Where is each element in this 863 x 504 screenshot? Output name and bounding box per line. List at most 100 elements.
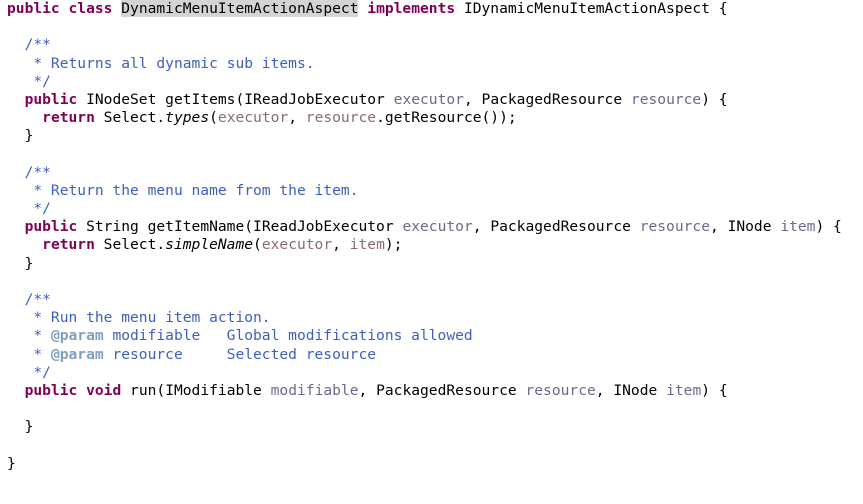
code-line[interactable]: * @param modifiable Global modifications… — [0, 327, 863, 345]
code-token: @param — [51, 327, 104, 344]
code-token — [7, 218, 25, 235]
code-token: ( — [253, 236, 262, 253]
code-token — [7, 418, 25, 435]
code-token — [385, 91, 394, 108]
code-line[interactable]: * @param resource Selected resource — [0, 346, 863, 364]
code-line[interactable]: */ — [0, 200, 863, 218]
code-token — [7, 109, 42, 126]
code-token: resource — [631, 91, 701, 108]
code-token: } — [7, 455, 16, 472]
code-token: } — [25, 255, 34, 272]
code-token — [262, 382, 271, 399]
code-token: ); — [385, 236, 403, 253]
code-token: DynamicMenuItemActionAspect — [121, 0, 358, 17]
code-line[interactable]: * Return the menu name from the item. — [0, 182, 863, 200]
code-token: INode — [728, 218, 772, 235]
code-token: IReadJobExecutor — [244, 91, 385, 108]
code-token: ) { — [701, 382, 727, 399]
code-token: } — [25, 418, 34, 435]
code-token: , — [596, 382, 614, 399]
code-line[interactable]: } — [0, 255, 863, 273]
code-token: Select. — [95, 109, 165, 126]
code-line[interactable]: } — [0, 418, 863, 436]
code-line[interactable]: } — [0, 127, 863, 145]
code-line[interactable]: /** — [0, 36, 863, 54]
code-line[interactable]: * Returns all dynamic sub items. — [0, 55, 863, 73]
code-token: , — [464, 91, 482, 108]
code-token: */ — [33, 200, 51, 217]
code-token — [7, 127, 25, 144]
code-line[interactable]: /** — [0, 164, 863, 182]
code-token: simpleName — [165, 236, 253, 253]
code-token: item — [666, 382, 701, 399]
code-line[interactable]: ​ — [0, 146, 863, 164]
code-token — [772, 218, 781, 235]
code-token — [7, 382, 25, 399]
code-token: ( — [209, 109, 218, 126]
code-line[interactable]: public void run(IModifiable modifiable, … — [0, 382, 863, 400]
code-token: PackagedResource — [490, 218, 631, 235]
code-line[interactable]: * Run the menu item action. — [0, 309, 863, 327]
code-token: IDynamicMenuItemActionAspect — [464, 0, 710, 17]
code-line[interactable]: public class DynamicMenuItemActionAspect… — [0, 0, 863, 18]
code-line[interactable]: return Select.simpleName(executor, item)… — [0, 236, 863, 254]
code-token: executor — [402, 218, 472, 235]
code-token — [7, 91, 25, 108]
code-editor-viewport[interactable]: public class DynamicMenuItemActionAspect… — [0, 0, 863, 504]
code-token — [7, 164, 25, 181]
code-token — [7, 255, 25, 272]
code-token: types — [165, 109, 209, 126]
code-token: } — [25, 127, 34, 144]
code-line[interactable]: ​ — [0, 273, 863, 291]
code-token: @param — [51, 346, 104, 363]
code-token — [77, 91, 86, 108]
code-token: resource — [640, 218, 710, 235]
code-token: getItemName( — [139, 218, 253, 235]
code-token — [7, 73, 33, 90]
code-line[interactable]: ​ — [0, 437, 863, 455]
code-token — [7, 327, 33, 344]
code-token: * — [33, 327, 51, 344]
code-token — [7, 346, 33, 363]
code-token: { — [710, 0, 728, 17]
code-token: modifiable Global modifications allowed — [104, 327, 473, 344]
code-token: IReadJobExecutor — [253, 218, 394, 235]
code-line[interactable]: } — [0, 455, 863, 473]
code-line[interactable]: public INodeSet getItems(IReadJobExecuto… — [0, 91, 863, 109]
code-token — [7, 200, 33, 217]
code-token — [657, 382, 666, 399]
code-line[interactable]: /** — [0, 291, 863, 309]
code-token: modifiable — [271, 382, 359, 399]
code-token: /** — [25, 291, 51, 308]
code-token: */ — [33, 364, 51, 381]
code-token: item — [350, 236, 385, 253]
code-token: PackagedResource — [376, 382, 517, 399]
code-token: getItems( — [156, 91, 244, 108]
code-token: * — [33, 346, 51, 363]
code-token: INode — [613, 382, 657, 399]
code-token: /** — [25, 164, 51, 181]
code-line[interactable]: */ — [0, 73, 863, 91]
code-token: Select. — [95, 236, 165, 253]
code-token: , — [288, 109, 306, 126]
code-token: INodeSet — [86, 91, 156, 108]
code-token — [7, 182, 33, 199]
code-line[interactable]: public String getItemName(IReadJobExecut… — [0, 218, 863, 236]
code-line[interactable]: ​ — [0, 400, 863, 418]
code-token: resource Selected resource — [104, 346, 376, 363]
code-token — [358, 0, 367, 17]
code-token: executor — [394, 91, 464, 108]
code-token — [112, 0, 121, 17]
code-token: PackagedResource — [482, 91, 623, 108]
code-token — [7, 309, 33, 326]
code-line[interactable]: */ — [0, 364, 863, 382]
code-line[interactable]: ​ — [0, 18, 863, 36]
code-token — [77, 382, 86, 399]
code-token: public — [25, 91, 78, 108]
code-token: resource — [525, 382, 595, 399]
code-token: ) { — [701, 91, 727, 108]
code-line[interactable]: return Select.types(executor, resource.g… — [0, 109, 863, 127]
code-token: public — [25, 218, 78, 235]
code-token: , — [473, 218, 491, 235]
code-token — [77, 218, 86, 235]
